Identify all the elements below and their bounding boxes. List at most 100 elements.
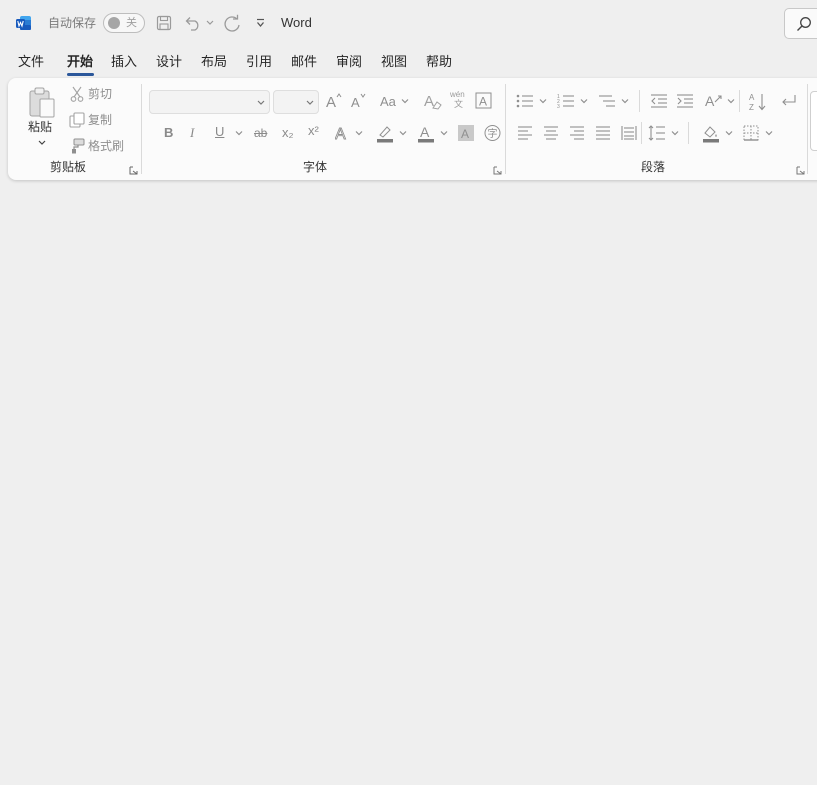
text-effects-icon[interactable]: A [335,124,351,142]
change-case-icon[interactable]: Aa [380,92,400,110]
tab-insert[interactable]: 插入 [111,52,137,72]
title-bar: 自动保存 关 Word [0,0,817,46]
styles-gallery-edge[interactable] [810,91,817,151]
show-paragraph-marks-icon[interactable] [779,93,799,109]
tab-layout[interactable]: 布局 [201,52,227,72]
align-left-icon[interactable] [517,125,533,141]
dialog-launcher-icon[interactable] [493,166,502,175]
clipboard-group-label: 剪贴板 [50,160,87,174]
copy-label: 复制 [88,113,113,127]
shading-icon[interactable] [702,124,720,144]
distributed-icon[interactable] [621,125,637,141]
font-name-combobox[interactable] [149,90,270,114]
ribbon-home: 粘贴 剪切 复制 格式刷 剪贴板 A A Aa A wén 文 A B I U … [8,78,817,180]
autosave-state: 关 [126,17,137,29]
search-icon [797,17,811,31]
subscript-button[interactable]: x₂ [282,125,294,140]
group-divider [807,84,808,174]
svg-text:字: 字 [488,127,498,140]
cut-label: 剪切 [88,87,113,101]
increase-indent-icon[interactable] [676,93,694,109]
autosave-label: 自动保存 [48,16,97,30]
tab-references[interactable]: 引用 [246,52,272,72]
highlight-color-icon[interactable] [376,124,394,144]
chevron-down-icon[interactable] [580,99,588,104]
line-spacing-icon[interactable] [648,124,666,142]
chevron-down-icon[interactable] [725,131,733,136]
character-shading-icon[interactable]: A [458,125,474,141]
chevron-down-icon[interactable] [621,99,629,104]
autosave-toggle[interactable]: 关 [103,13,145,33]
italic-button[interactable]: I [190,125,194,141]
bold-button[interactable]: B [164,125,173,140]
redo-icon[interactable] [223,14,241,32]
group-divider [688,122,689,144]
chevron-down-icon[interactable] [355,131,363,136]
format-painter-button[interactable]: 格式刷 [68,136,134,156]
copy-button[interactable]: 复制 [68,110,134,130]
chevron-down-icon[interactable] [765,131,773,136]
strikethrough-button[interactable]: ab [254,126,267,140]
customize-toolbar-icon[interactable] [256,18,265,28]
svg-text:A: A [351,95,360,110]
undo-icon[interactable] [184,15,202,31]
justify-icon[interactable] [595,125,611,141]
search-box[interactable] [784,8,817,39]
paragraph-group-label: 段落 [641,160,666,174]
svg-text:Z: Z [749,103,754,112]
font-size-combobox[interactable] [273,90,319,114]
chevron-down-icon[interactable] [727,99,735,104]
tab-review[interactable]: 审阅 [336,52,362,72]
tab-mailings[interactable]: 邮件 [291,52,317,72]
svg-text:A: A [326,94,336,110]
svg-text:A: A [479,95,487,109]
sort-icon[interactable]: A Z [749,92,767,112]
group-divider [639,90,640,112]
chevron-down-icon[interactable] [235,131,243,136]
decrease-indent-icon[interactable] [650,93,668,109]
chevron-down-icon[interactable] [440,131,448,136]
clipboard-group: 粘贴 剪切 复制 格式刷 剪贴板 [8,78,141,180]
tab-view[interactable]: 视图 [381,52,407,72]
tab-home[interactable]: 开始 [67,52,93,72]
chinese-layout-icon[interactable]: A [705,92,725,110]
character-border-icon[interactable]: A [475,92,493,110]
numbering-icon[interactable]: 1 2 3 [557,93,575,109]
active-tab-indicator [67,73,94,76]
cut-button[interactable]: 剪切 [68,84,134,104]
chevron-down-icon[interactable] [539,99,547,104]
align-right-icon[interactable] [569,125,585,141]
copy-icon [69,112,85,128]
shrink-font-icon[interactable]: A [350,92,368,110]
dialog-launcher-icon[interactable] [129,166,138,175]
svg-text:A: A [705,93,715,109]
chevron-down-icon[interactable] [399,131,407,136]
chevron-down-icon[interactable] [671,131,679,136]
grow-font-icon[interactable]: A [325,92,343,110]
superscript-button[interactable]: x² [308,123,319,138]
bullets-icon[interactable] [516,93,534,109]
group-divider [641,122,642,144]
paragraph-group: 1 2 3 A A Z 段落 [506,78,806,180]
align-center-icon[interactable] [543,125,559,141]
tab-help[interactable]: 帮助 [426,52,452,72]
chevron-down-icon [38,140,46,145]
underline-button[interactable]: U [215,124,224,139]
undo-dropdown-icon[interactable] [206,20,214,26]
paste-button[interactable]: 粘贴 [25,84,59,152]
phonetic-guide-button[interactable]: wén 文 [449,90,467,110]
borders-icon[interactable] [743,125,759,141]
tab-design[interactable]: 设计 [156,52,182,72]
multilevel-list-icon[interactable] [598,93,616,109]
phonetic-char: 文 [454,99,464,109]
chevron-down-icon[interactable] [401,99,409,104]
tab-file[interactable]: 文件 [18,52,44,72]
toggle-knob [108,17,120,29]
font-color-icon[interactable]: A [417,124,435,144]
clear-formatting-icon[interactable]: A [424,91,442,111]
save-icon[interactable] [156,15,172,31]
dialog-launcher-icon[interactable] [796,166,805,175]
svg-text:Aa: Aa [380,94,397,109]
enclose-characters-icon[interactable]: 字 [484,124,502,142]
chevron-down-icon [306,100,314,105]
